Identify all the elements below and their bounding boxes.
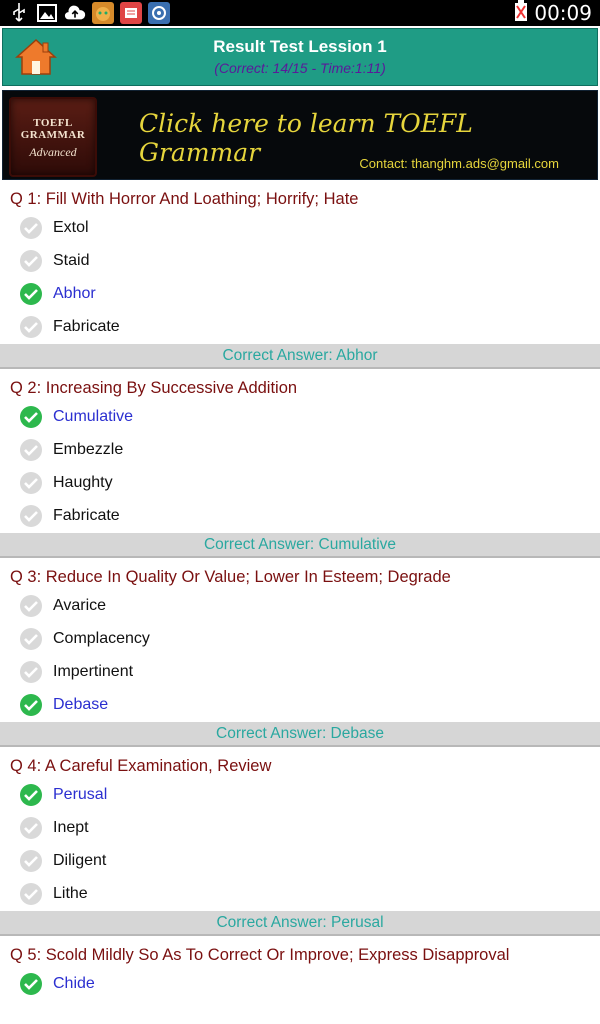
- choice-label: Extol: [53, 219, 89, 236]
- correct-answer-bar: Correct Answer: Abhor: [0, 344, 600, 369]
- score-summary: (Correct: 14/15 - Time:1:11): [214, 60, 386, 76]
- question-title: Q 1: Fill With Horror And Loathing; Horr…: [10, 190, 359, 208]
- correct-check-icon: [20, 283, 42, 305]
- neutral-check-icon: [20, 217, 42, 239]
- answer-choice[interactable]: Lithe: [0, 878, 600, 911]
- choice-label: Staid: [53, 252, 90, 269]
- usb-icon: [8, 2, 30, 24]
- battery-icon: [514, 0, 528, 27]
- answer-choice[interactable]: Staid: [0, 245, 600, 278]
- question-block: Q 4: A Careful Examination, Review Perusa…: [0, 747, 600, 936]
- cloud-upload-icon: [64, 2, 86, 24]
- gear-app-icon: [148, 2, 170, 24]
- banner-contact: Contact: thanghm.ads@gmail.com: [359, 156, 559, 171]
- cat-app-icon: [92, 2, 114, 24]
- correct-check-icon: [20, 406, 42, 428]
- neutral-check-icon: [20, 250, 42, 272]
- result-header: Result Test Lession 1 (Correct: 14/15 - …: [2, 28, 598, 86]
- logo-line1: TOEFL GRAMMAR: [20, 117, 86, 141]
- answer-choice[interactable]: Chide: [0, 968, 600, 1001]
- choice-label: Embezzle: [53, 441, 124, 458]
- question-title: Q 4: A Careful Examination, Review: [10, 757, 272, 775]
- question-title: Q 5: Scold Mildly So As To Correct Or Im…: [10, 946, 510, 964]
- answer-choice[interactable]: Complacency: [0, 623, 600, 656]
- question-block: Q 1: Fill With Horror And Loathing; Horr…: [0, 180, 600, 369]
- neutral-check-icon: [20, 817, 42, 839]
- choice-label: Avarice: [53, 597, 107, 614]
- neutral-check-icon: [20, 883, 42, 905]
- neutral-check-icon: [20, 439, 42, 461]
- answer-choice[interactable]: Perusal: [0, 779, 600, 812]
- correct-answer-bar: Correct Answer: Cumulative: [0, 533, 600, 558]
- neutral-check-icon: [20, 316, 42, 338]
- answer-choice[interactable]: Abhor: [0, 278, 600, 311]
- question-list: Q 1: Fill With Horror And Loathing; Horr…: [0, 180, 600, 1001]
- question-title: Q 2: Increasing By Successive Addition: [10, 379, 298, 397]
- answer-choice[interactable]: Haughty: [0, 467, 600, 500]
- choice-label: Chide: [53, 975, 95, 992]
- question-title: Q 3: Reduce In Quality Or Value; Lower I…: [10, 568, 451, 586]
- answer-choice[interactable]: Fabricate: [0, 311, 600, 344]
- choice-label: Cumulative: [53, 408, 134, 425]
- toefl-logo: TOEFL GRAMMAR Advanced: [9, 97, 97, 177]
- choice-label: Complacency: [53, 630, 150, 647]
- answer-choice[interactable]: Avarice: [0, 590, 600, 623]
- correct-check-icon: [20, 973, 42, 995]
- ad-banner[interactable]: TOEFL GRAMMAR Advanced Click here to lea…: [2, 90, 598, 180]
- answer-choice[interactable]: Extol: [0, 212, 600, 245]
- image-icon: [36, 2, 58, 24]
- choice-label: Fabricate: [53, 318, 120, 335]
- neutral-check-icon: [20, 472, 42, 494]
- choice-label: Fabricate: [53, 507, 120, 524]
- neutral-check-icon: [20, 628, 42, 650]
- question-block: Q 3: Reduce In Quality Or Value; Lower I…: [0, 558, 600, 747]
- news-app-icon: [120, 2, 142, 24]
- choice-label: Impertinent: [53, 663, 134, 680]
- answer-choice[interactable]: Inept: [0, 812, 600, 845]
- question-block: Q 5: Scold Mildly So As To Correct Or Im…: [0, 936, 600, 1001]
- clock: 00:09: [534, 1, 592, 25]
- choice-label: Abhor: [53, 285, 96, 302]
- answer-choice[interactable]: Debase: [0, 689, 600, 722]
- choice-label: Inept: [53, 819, 89, 836]
- correct-check-icon: [20, 784, 42, 806]
- choice-label: Debase: [53, 696, 109, 713]
- choice-label: Diligent: [53, 852, 107, 869]
- status-bar: 00:09: [0, 0, 600, 26]
- answer-choice[interactable]: Cumulative: [0, 401, 600, 434]
- correct-answer-bar: Correct Answer: Debase: [0, 722, 600, 747]
- choice-label: Perusal: [53, 786, 108, 803]
- neutral-check-icon: [20, 595, 42, 617]
- correct-answer-bar: Correct Answer: Perusal: [0, 911, 600, 936]
- answer-choice[interactable]: Fabricate: [0, 500, 600, 533]
- neutral-check-icon: [20, 505, 42, 527]
- choice-label: Haughty: [53, 474, 113, 491]
- question-block: Q 2: Increasing By Successive Addition Cu…: [0, 369, 600, 558]
- page-title: Result Test Lession 1: [213, 37, 387, 56]
- answer-choice[interactable]: Diligent: [0, 845, 600, 878]
- neutral-check-icon: [20, 850, 42, 872]
- answer-choice[interactable]: Impertinent: [0, 656, 600, 689]
- choice-label: Lithe: [53, 885, 88, 902]
- neutral-check-icon: [20, 661, 42, 683]
- answer-choice[interactable]: Embezzle: [0, 434, 600, 467]
- logo-line2: Advanced: [29, 145, 77, 159]
- correct-check-icon: [20, 694, 42, 716]
